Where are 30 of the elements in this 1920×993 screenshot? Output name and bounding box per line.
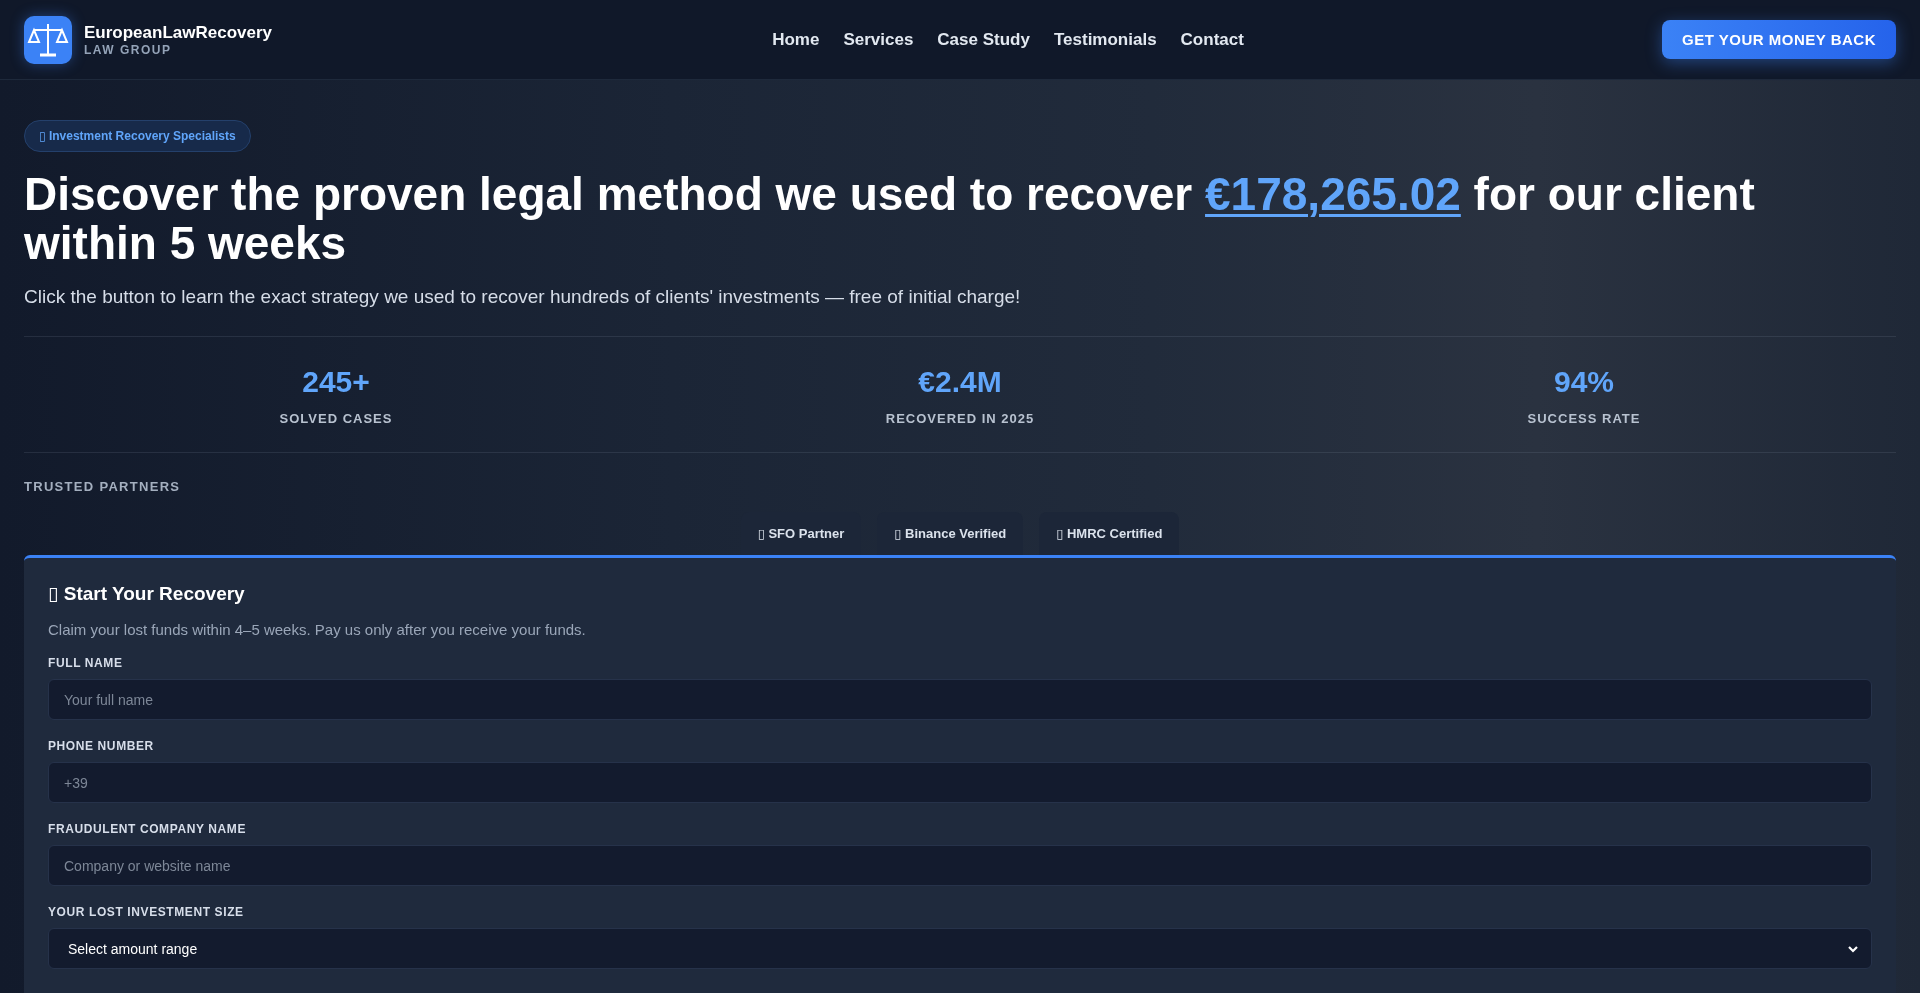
nav-link[interactable]: Home [772, 29, 820, 50]
hero-badge: ▯ Investment Recovery Specialists [24, 120, 251, 152]
scales-logo-icon [24, 15, 72, 64]
nav-link[interactable]: Testimonials [1053, 29, 1157, 50]
hero-headline: Discover the proven legal method we used to recover €178,265.02 for our client within 5 weeks [24, 170, 1756, 268]
input-field[interactable]: +39 [48, 762, 1872, 803]
nav-link[interactable]: Case Study [937, 29, 1030, 50]
partners-heading: TRUSTED PARTNERS [24, 479, 181, 494]
field-label: PHONE NUMBER [48, 739, 155, 753]
select-field[interactable]: Select amount range [48, 928, 1872, 969]
input-field[interactable]: Company or website name [48, 845, 1872, 886]
form-description: Claim your lost funds within 4–5 weeks. Pay us only after you receive your funds. [48, 621, 587, 638]
stat-value: €2.4M [918, 365, 1002, 399]
brand-tagline: LAW GROUP [84, 42, 173, 57]
input-field[interactable]: Your full name [48, 679, 1872, 720]
form-title: ▯ Start Your Recovery [48, 582, 246, 605]
brand-name: EuropeanLawRecovery [84, 22, 272, 43]
field-label: YOUR LOST INVESTMENT SIZE [48, 905, 245, 919]
nav-link[interactable]: Services [843, 29, 914, 50]
hero-subtitle: Click the button to learn the exact strategy we used to recover hundreds of clients' investments — free of initial charge! [24, 286, 1022, 308]
stat-label: SOLVED CASES [279, 411, 393, 426]
field-label: FULL NAME [48, 656, 124, 670]
cta-button[interactable]: GET YOUR MONEY BACK [1662, 20, 1896, 59]
partner-badge: ▯ HMRC Certified [1039, 512, 1180, 555]
stat-value: 94% [1553, 365, 1614, 399]
nav-link[interactable]: Contact [1180, 29, 1244, 50]
stat-value: 245+ [302, 365, 370, 399]
stat-label: SUCCESS RATE [1527, 411, 1641, 426]
field-label: FRAUDULENT COMPANY NAME [48, 822, 248, 836]
stat-label: RECOVERED IN 2025 [885, 411, 1035, 426]
